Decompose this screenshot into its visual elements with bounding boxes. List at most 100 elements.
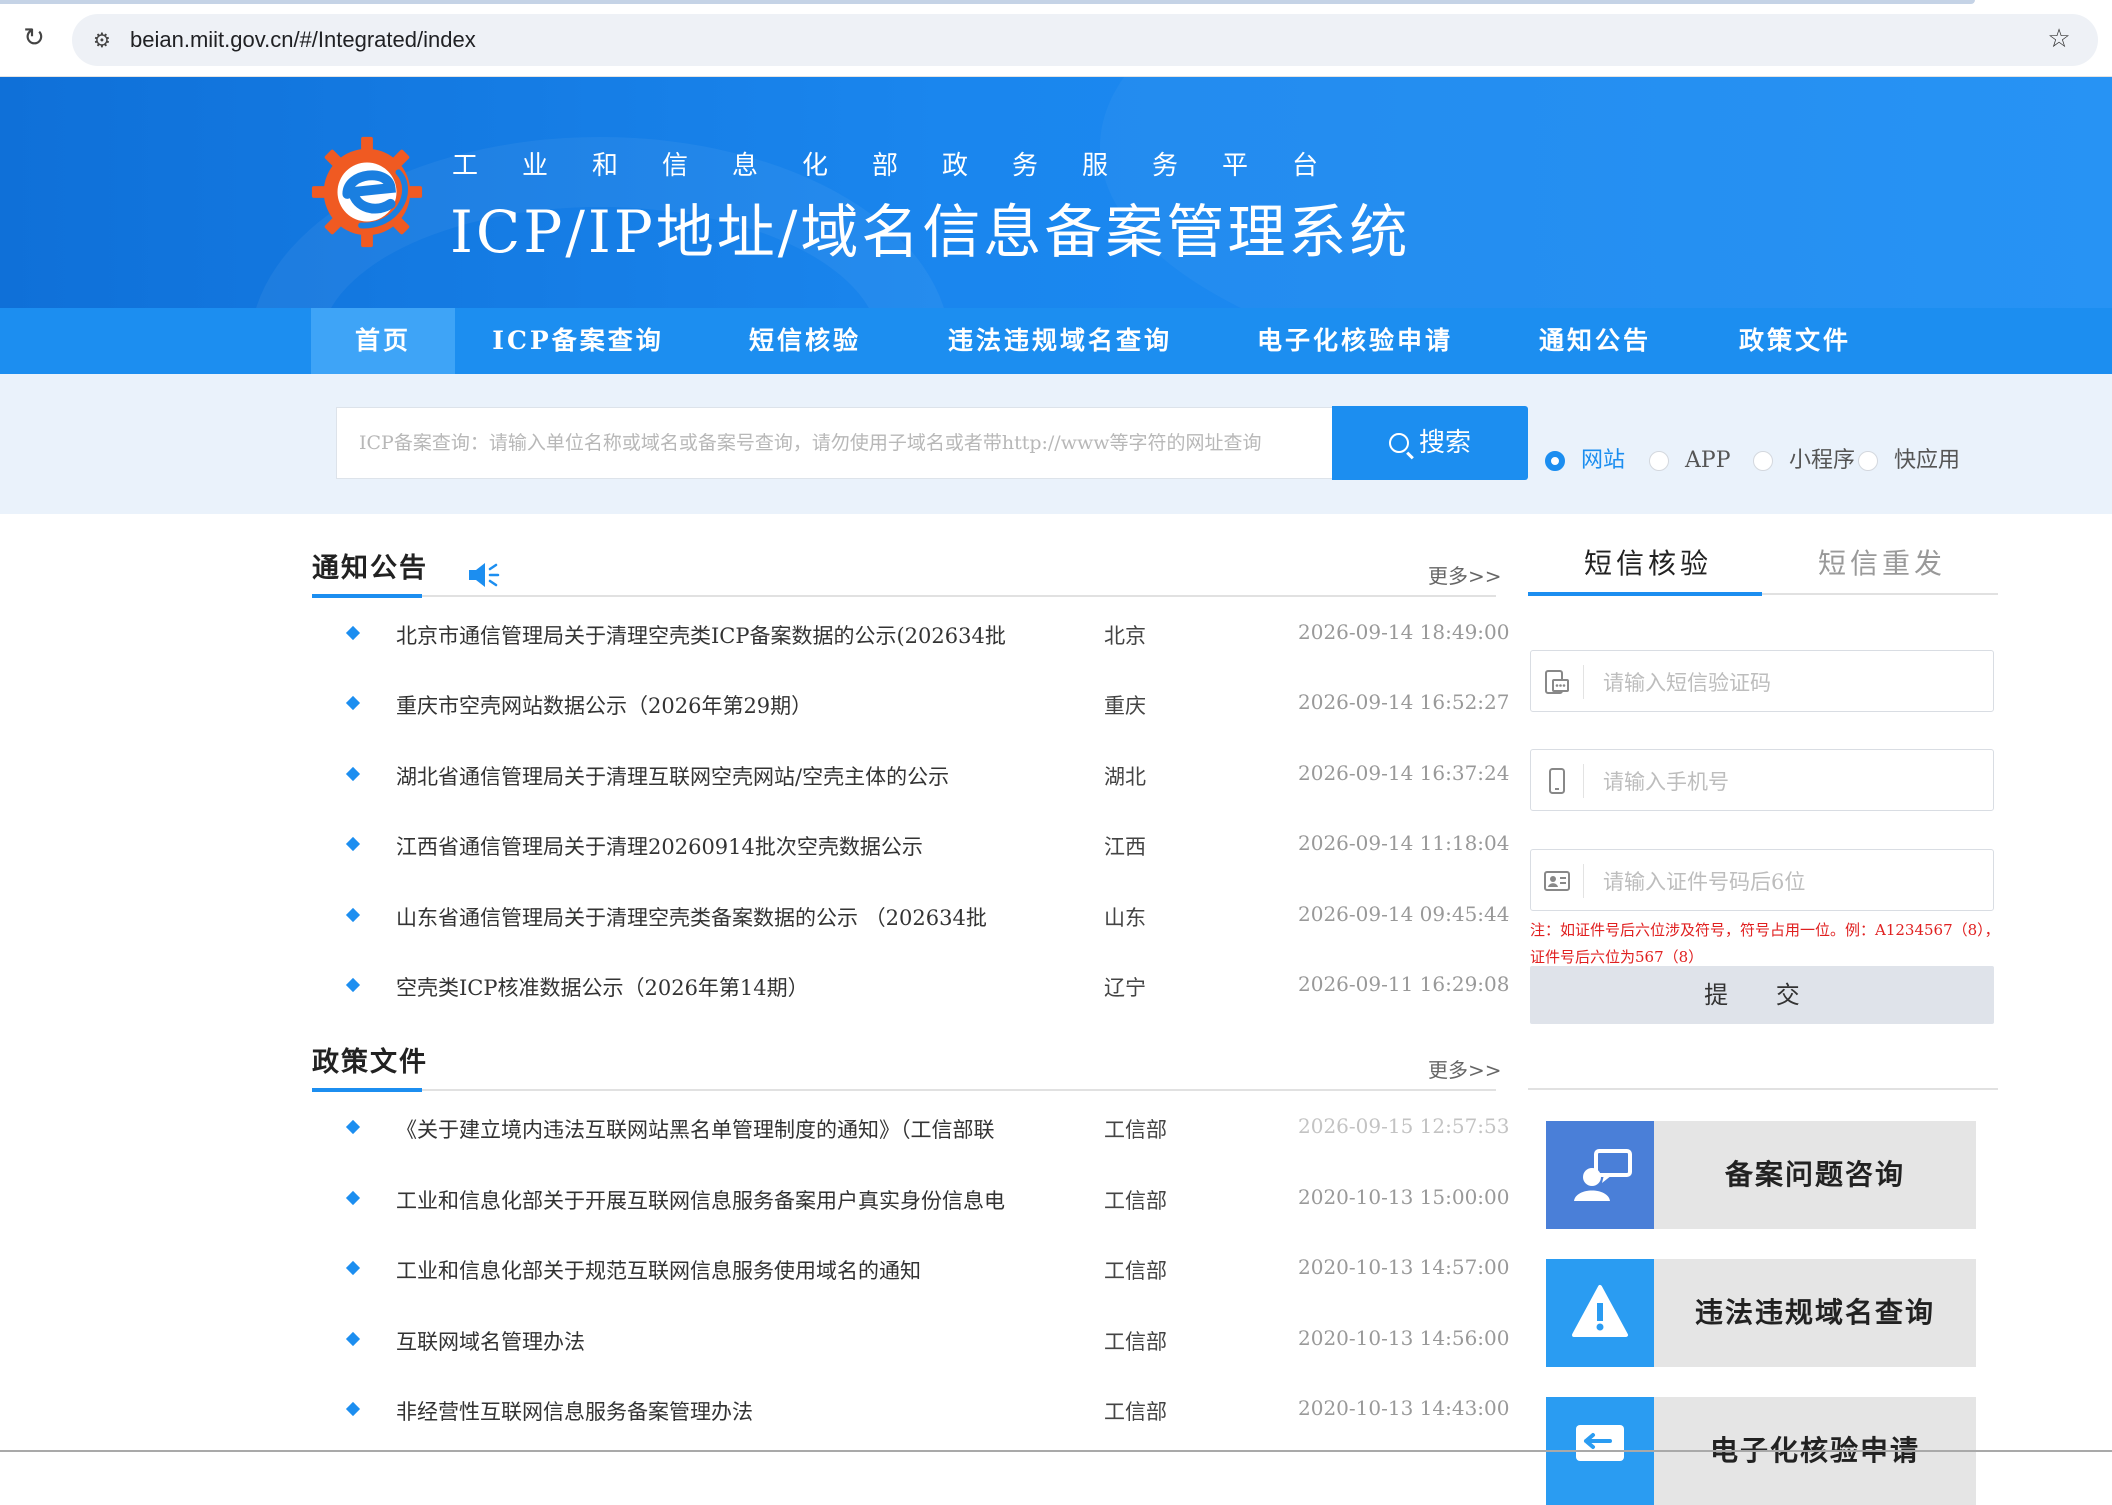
phone-placeholder: 请输入手机号	[1603, 770, 1729, 794]
radio-label: 网站	[1581, 448, 1626, 473]
radio-label: 快应用	[1894, 448, 1961, 473]
notice-title[interactable]: 江西省通信管理局关于清理20260914批次空壳数据公示	[396, 831, 1036, 861]
id-number-placeholder: 请输入证件号码后6位	[1603, 870, 1806, 894]
url-text[interactable]: beian.miit.gov.cn/#/Integrated/index	[130, 25, 476, 55]
policy-source: 工信部	[1104, 1118, 1167, 1142]
policies-more-link[interactable]: 更多>>	[1428, 1054, 1502, 1083]
nav-item-icp-query[interactable]: ICP备案查询	[478, 308, 678, 374]
site-header: 工业和信息化部政务服务平台 ICP/IP地址/域名信息备案管理系统	[0, 77, 2112, 308]
nav-item-notices[interactable]: 通知公告	[1520, 308, 1670, 374]
notice-region: 山东	[1104, 906, 1146, 930]
address-bar[interactable]: ⚙ beian.miit.gov.cn/#/Integrated/index ☆	[72, 14, 2098, 66]
radio-dot	[1858, 451, 1878, 471]
reload-icon[interactable]: ↻	[20, 24, 48, 52]
tab-sms-resend[interactable]: 短信重发	[1818, 542, 1946, 582]
sms-code-field[interactable]: 请输入短信验证码	[1530, 650, 1994, 712]
bullet-icon	[345, 1119, 361, 1135]
sms-code-icon	[1545, 670, 1569, 694]
policy-title[interactable]: 非经营性互联网信息服务备案管理办法	[396, 1396, 1036, 1426]
notice-title[interactable]: 空壳类ICP核准数据公示（2026年第14期）	[396, 972, 1036, 1002]
policy-title[interactable]: 互联网域名管理办法	[396, 1326, 1036, 1356]
notice-title[interactable]: 重庆市空壳网站数据公示（2026年第29期）	[396, 690, 1036, 720]
nav-item-e-verify[interactable]: 电子化核验申请	[1240, 308, 1470, 374]
radio-mini-program[interactable]: 小程序	[1753, 446, 1863, 476]
search-icon	[1388, 433, 1409, 453]
notice-row[interactable]: 湖北省通信管理局关于清理互联网空壳网站/空壳主体的公示 湖北 2026-09-1…	[312, 743, 1510, 813]
radio-app[interactable]: APP	[1649, 446, 1749, 476]
notice-title[interactable]: 北京市通信管理局关于清理空壳类ICP备案数据的公示(202634批	[396, 620, 1036, 650]
submit-button[interactable]: 提 交	[1530, 966, 1994, 1024]
policy-time: 2020-10-13 14:56:00	[1298, 1326, 1510, 1350]
field-separator	[1583, 665, 1584, 699]
id-number-field[interactable]: 请输入证件号码后6位	[1530, 849, 1994, 911]
section-underline	[312, 1088, 422, 1092]
radio-website[interactable]: 网站	[1545, 446, 1655, 476]
policy-title[interactable]: 工业和信息化部关于开展互联网信息服务备案用户真实身份信息电	[396, 1185, 1036, 1215]
policies-title: 政策文件	[312, 1047, 428, 1078]
notice-title[interactable]: 湖北省通信管理局关于清理互联网空壳网站/空壳主体的公示	[396, 761, 1036, 791]
notice-row[interactable]: 北京市通信管理局关于清理空壳类ICP备案数据的公示(202634批 北京 202…	[312, 602, 1510, 672]
id-card-icon	[1544, 871, 1570, 891]
policy-row[interactable]: 非经营性互联网信息服务备案管理办法 工信部 2020-10-13 14:43:0…	[312, 1378, 1510, 1448]
notices-more-link[interactable]: 更多>>	[1428, 560, 1502, 589]
notice-region: 北京	[1104, 624, 1146, 648]
phone-field[interactable]: 请输入手机号	[1530, 749, 1994, 811]
notice-row[interactable]: 山东省通信管理局关于清理空壳类备案数据的公示 （202634批 山东 2026-…	[312, 884, 1510, 954]
header-subtitle: 工业和信息化部政务服务平台	[452, 151, 1363, 181]
bookmark-star-icon[interactable]: ☆	[2044, 24, 2074, 54]
policy-row[interactable]: 《关于建立境内违法互联网站黑名单管理制度的通知》（工信部联 工信部 2026-0…	[312, 1096, 1510, 1166]
section-divider	[312, 595, 1496, 597]
policy-title[interactable]: 工业和信息化部关于规范互联网信息服务使用域名的通知	[396, 1255, 1036, 1285]
nav-item-illegal-domain[interactable]: 违法违规域名查询	[930, 308, 1190, 374]
policy-time: 2020-10-13 15:00:00	[1298, 1185, 1510, 1209]
search-button-label: 搜索	[1418, 428, 1471, 458]
header-title: ICP/IP地址/域名信息备案管理系统	[450, 198, 1411, 266]
field-separator	[1583, 864, 1584, 898]
search-button[interactable]: 搜索	[1332, 406, 1528, 480]
notice-row[interactable]: 空壳类ICP核准数据公示（2026年第14期） 辽宁 2026-09-11 16…	[312, 954, 1510, 1024]
policy-time: 2020-10-13 14:57:00	[1298, 1255, 1510, 1279]
loading-bar	[0, 0, 1975, 4]
bullet-icon	[345, 1260, 361, 1276]
policy-row[interactable]: 互联网域名管理办法 工信部 2020-10-13 14:56:00	[312, 1308, 1510, 1378]
notice-row[interactable]: 重庆市空壳网站数据公示（2026年第29期） 重庆 2026-09-14 16:…	[312, 672, 1510, 742]
main-nav: 首页 ICP备案查询 短信核验 违法违规域名查询 电子化核验申请 通知公告 政策…	[0, 308, 2112, 374]
consult-card[interactable]: 备案问题咨询	[1546, 1121, 1976, 1229]
browser-toolbar: ↻ ⚙ beian.miit.gov.cn/#/Integrated/index…	[0, 0, 2112, 77]
bullet-icon	[345, 695, 361, 711]
speaker-icon	[469, 563, 500, 587]
policy-title[interactable]: 《关于建立境内违法互联网站黑名单管理制度的通知》（工信部联	[396, 1114, 1036, 1144]
policy-row[interactable]: 工业和信息化部关于规范互联网信息服务使用域名的通知 工信部 2020-10-13…	[312, 1237, 1510, 1307]
notice-time: 2026-09-14 09:45:44	[1298, 902, 1510, 926]
phone-icon	[1549, 768, 1565, 794]
section-underline	[312, 594, 422, 598]
site-settings-icon[interactable]: ⚙	[88, 26, 116, 54]
search-input[interactable]: ICP备案查询：请输入单位名称或域名或备案号查询，请勿使用子域名或者带http:…	[336, 407, 1332, 479]
policy-source: 工信部	[1104, 1400, 1167, 1424]
notice-region: 湖北	[1104, 765, 1146, 789]
notice-title[interactable]: 山东省通信管理局关于清理空壳类备案数据的公示 （202634批	[396, 902, 1036, 932]
nav-item-home[interactable]: 首页	[311, 308, 455, 374]
notice-region: 重庆	[1104, 694, 1146, 718]
policy-source: 工信部	[1104, 1330, 1167, 1354]
radio-dot	[1649, 451, 1669, 471]
radio-label: APP	[1685, 448, 1731, 473]
consult-label: 备案问题咨询	[1724, 1158, 1905, 1191]
policy-row[interactable]: 工业和信息化部关于开展互联网信息服务备案用户真实身份信息电 工信部 2020-1…	[312, 1167, 1510, 1237]
nav-item-policies[interactable]: 政策文件	[1720, 308, 1870, 374]
illegal-domain-label: 违法违规域名查询	[1694, 1296, 1935, 1329]
bullet-icon	[345, 836, 361, 852]
illegal-domain-card[interactable]: 违法违规域名查询	[1546, 1259, 1976, 1367]
nav-item-sms-verify[interactable]: 短信核验	[730, 308, 880, 374]
sms-code-placeholder: 请输入短信验证码	[1603, 671, 1771, 695]
notice-time: 2026-09-14 18:49:00	[1298, 620, 1510, 644]
radio-quick-app[interactable]: 快应用	[1858, 446, 1978, 476]
notice-region: 江西	[1104, 835, 1146, 859]
notice-time: 2026-09-11 16:29:08	[1298, 972, 1510, 996]
panel-divider	[1528, 1088, 1998, 1090]
notice-time: 2026-09-14 16:37:24	[1298, 761, 1510, 785]
tab-sms-verify[interactable]: 短信核验	[1584, 542, 1712, 582]
bullet-icon	[345, 625, 361, 641]
notice-row[interactable]: 江西省通信管理局关于清理20260914批次空壳数据公示 江西 2026-09-…	[312, 813, 1510, 883]
bullet-icon	[345, 907, 361, 923]
